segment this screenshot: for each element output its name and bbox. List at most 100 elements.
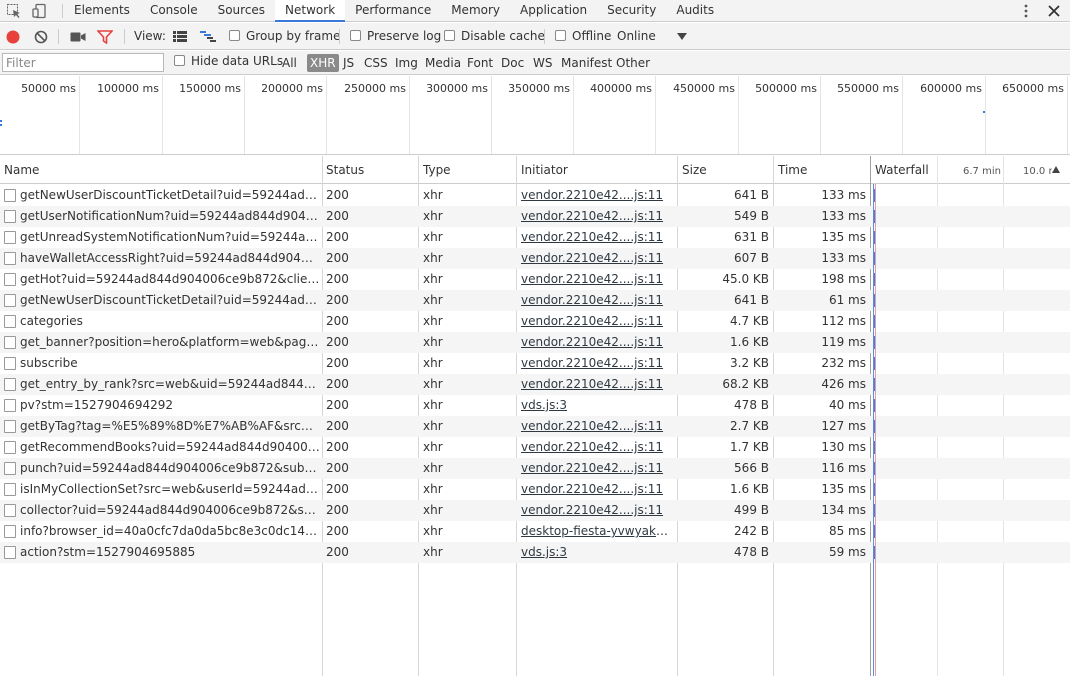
cell-initiator-link[interactable]: vendor.2210e42....js:11 <box>521 314 663 328</box>
cell-initiator-link[interactable]: vendor.2210e42....js:11 <box>521 419 663 433</box>
table-row[interactable]: haveWalletAccessRight?uid=59244ad844d904… <box>0 248 1070 269</box>
inspect-element-icon[interactable] <box>6 3 22 19</box>
column-header-name[interactable]: Name <box>4 156 39 184</box>
checkbox[interactable] <box>229 30 240 41</box>
throttling-select[interactable]: Online <box>617 23 656 50</box>
cell-name[interactable]: isInMyCollectionSet?src=web&userId=59244… <box>20 482 320 496</box>
cell-initiator-link[interactable]: vendor.2210e42....js:11 <box>521 251 663 265</box>
cell-initiator-link[interactable]: vendor.2210e42....js:11 <box>521 377 663 391</box>
filter-type-xhr[interactable]: XHR <box>307 54 339 72</box>
cell-name[interactable]: categories <box>20 314 83 328</box>
column-header-initiator[interactable]: Initiator <box>521 156 568 184</box>
table-row[interactable]: punch?uid=59244ad844d904006ce9b872&sub_l… <box>0 458 1070 479</box>
cell-initiator-link[interactable]: vendor.2210e42....js:11 <box>521 293 663 307</box>
filter-type-manifest[interactable]: Manifest <box>558 54 615 72</box>
cell-name[interactable]: info?browser_id=40a0cfc7da0da5bc8e3c0dc1… <box>20 524 320 538</box>
cell-name[interactable]: get_banner?position=hero&platform=web&pa… <box>20 335 320 349</box>
table-row[interactable]: subscribe 200 xhr vendor.2210e42....js:11 3.… <box>0 353 1070 374</box>
table-row[interactable]: getUserNotificationNum?uid=59244ad844d90… <box>0 206 1070 227</box>
cell-initiator-link[interactable]: vendor.2210e42....js:11 <box>521 461 663 475</box>
table-row[interactable]: isInMyCollectionSet?src=web&userId=59244… <box>0 479 1070 500</box>
cell-initiator-link[interactable]: vendor.2210e42....js:11 <box>521 188 663 202</box>
table-row[interactable]: collector?uid=59244ad844d904006ce9b872&s… <box>0 500 1070 521</box>
table-row[interactable]: getNewUserDiscountTicketDetail?uid=59244… <box>0 290 1070 311</box>
filter-type-doc[interactable]: Doc <box>498 54 527 72</box>
column-header-status[interactable]: Status <box>326 156 364 184</box>
filter-type-ws[interactable]: WS <box>530 54 555 72</box>
cell-initiator-link[interactable]: vendor.2210e42....js:11 <box>521 356 663 370</box>
filter-type-js[interactable]: JS <box>340 54 357 72</box>
cell-name[interactable]: getNewUserDiscountTicketDetail?uid=59244… <box>20 293 320 307</box>
checkbox[interactable] <box>555 30 566 41</box>
hide-data-urls-checkbox[interactable]: Hide data URLs <box>174 49 283 73</box>
disable-cache-checkbox[interactable]: Disable cache <box>444 23 545 50</box>
filter-type-media[interactable]: Media <box>422 54 464 72</box>
filter-type-font[interactable]: Font <box>464 54 496 72</box>
kebab-menu-icon[interactable] <box>1018 3 1034 19</box>
group-by-frame-checkbox[interactable]: Group by frame <box>229 23 340 50</box>
tab-network[interactable]: Network <box>275 0 346 22</box>
filter-type-other[interactable]: Other <box>613 54 653 72</box>
table-row[interactable]: getByTag?tag=%E5%89%8D%E7%AB%AF&src=web&… <box>0 416 1070 437</box>
filter-icon[interactable] <box>97 30 113 44</box>
cell-initiator-link[interactable]: vendor.2210e42....js:11 <box>521 209 663 223</box>
table-row[interactable]: categories 200 xhr vendor.2210e42....js:11 4… <box>0 311 1070 332</box>
cell-name[interactable]: subscribe <box>20 356 78 370</box>
cell-name[interactable]: getNewUserDiscountTicketDetail?uid=59244… <box>20 188 320 202</box>
record-button[interactable] <box>6 30 20 44</box>
clear-icon[interactable] <box>34 30 48 44</box>
tab-performance[interactable]: Performance <box>345 0 441 22</box>
capture-screenshots-icon[interactable] <box>70 31 86 43</box>
filter-type-img[interactable]: Img <box>392 54 421 72</box>
filter-input[interactable] <box>2 53 164 72</box>
cell-initiator-link[interactable]: vds.js:3 <box>521 545 567 559</box>
table-row[interactable]: getNewUserDiscountTicketDetail?uid=59244… <box>0 185 1070 206</box>
cell-name[interactable]: haveWalletAccessRight?uid=59244ad844d904… <box>20 251 320 265</box>
network-overview[interactable]: 50000 ms 100000 ms 150000 ms 200000 ms 25000… <box>0 76 1070 155</box>
cell-name[interactable]: getByTag?tag=%E5%89%8D%E7%AB%AF&src=web&… <box>20 419 320 433</box>
filter-type-all[interactable]: All <box>279 54 300 72</box>
cell-name[interactable]: getUnreadSystemNotificationNum?uid=59244… <box>20 230 320 244</box>
column-header-type[interactable]: Type <box>423 156 451 184</box>
overview-waterfall-icon[interactable] <box>200 31 216 42</box>
column-header-time[interactable]: Time <box>778 156 807 184</box>
device-toolbar-icon[interactable] <box>32 3 48 19</box>
filter-type-css[interactable]: CSS <box>361 54 391 72</box>
cell-initiator-link[interactable]: vendor.2210e42....js:11 <box>521 440 663 454</box>
table-row[interactable]: pv?stm=1527904694292 200 xhr vds.js:3 478 B 4… <box>0 395 1070 416</box>
cell-name[interactable]: collector?uid=59244ad844d904006ce9b872&s… <box>20 503 320 517</box>
tab-application[interactable]: Application <box>510 0 597 22</box>
large-rows-icon[interactable] <box>173 31 187 42</box>
tab-elements[interactable]: Elements <box>64 0 140 22</box>
cell-name[interactable]: get_entry_by_rank?src=web&uid=59244ad844… <box>20 377 320 391</box>
table-row[interactable]: getHot?uid=59244ad844d904006ce9b872&clie… <box>0 269 1070 290</box>
cell-name[interactable]: punch?uid=59244ad844d904006ce9b872&sub_l… <box>20 461 320 475</box>
offline-checkbox[interactable]: Offline <box>555 23 611 50</box>
table-row[interactable]: get_banner?position=hero&platform=web&pa… <box>0 332 1070 353</box>
cell-initiator-link[interactable]: vendor.2210e42....js:11 <box>521 230 663 244</box>
sort-ascending-icon[interactable] <box>1052 166 1060 173</box>
tab-audits[interactable]: Audits <box>666 0 724 22</box>
cell-initiator-link[interactable]: vendor.2210e42....js:11 <box>521 335 663 349</box>
table-row[interactable]: info?browser_id=40a0cfc7da0da5bc8e3c0dc1… <box>0 521 1070 542</box>
cell-initiator-link[interactable]: desktop-fiesta-yvwyaktrny... <box>521 524 671 538</box>
cell-initiator-link[interactable]: vendor.2210e42....js:11 <box>521 503 663 517</box>
tab-memory[interactable]: Memory <box>441 0 510 22</box>
tab-security[interactable]: Security <box>597 0 666 22</box>
preserve-log-checkbox[interactable]: Preserve log <box>350 23 441 50</box>
column-header-size[interactable]: Size <box>682 156 707 184</box>
cell-name[interactable]: getHot?uid=59244ad844d904006ce9b872&clie… <box>20 272 320 286</box>
chevron-down-icon[interactable] <box>677 33 687 40</box>
close-icon[interactable] <box>1046 3 1062 19</box>
cell-name[interactable]: action?stm=1527904695885 <box>20 545 195 559</box>
tab-console[interactable]: Console <box>140 0 208 22</box>
table-row[interactable]: action?stm=1527904695885 200 xhr vds.js:3 47… <box>0 542 1070 563</box>
table-row[interactable]: get_entry_by_rank?src=web&uid=59244ad844… <box>0 374 1070 395</box>
cell-initiator-link[interactable]: vds.js:3 <box>521 398 567 412</box>
tab-sources[interactable]: Sources <box>208 0 275 22</box>
cell-initiator-link[interactable]: vendor.2210e42....js:11 <box>521 272 663 286</box>
column-header-waterfall[interactable]: Waterfall <box>875 156 929 184</box>
checkbox[interactable] <box>174 55 185 66</box>
table-row[interactable]: getRecommendBooks?uid=59244ad844d904006c… <box>0 437 1070 458</box>
checkbox[interactable] <box>444 30 455 41</box>
